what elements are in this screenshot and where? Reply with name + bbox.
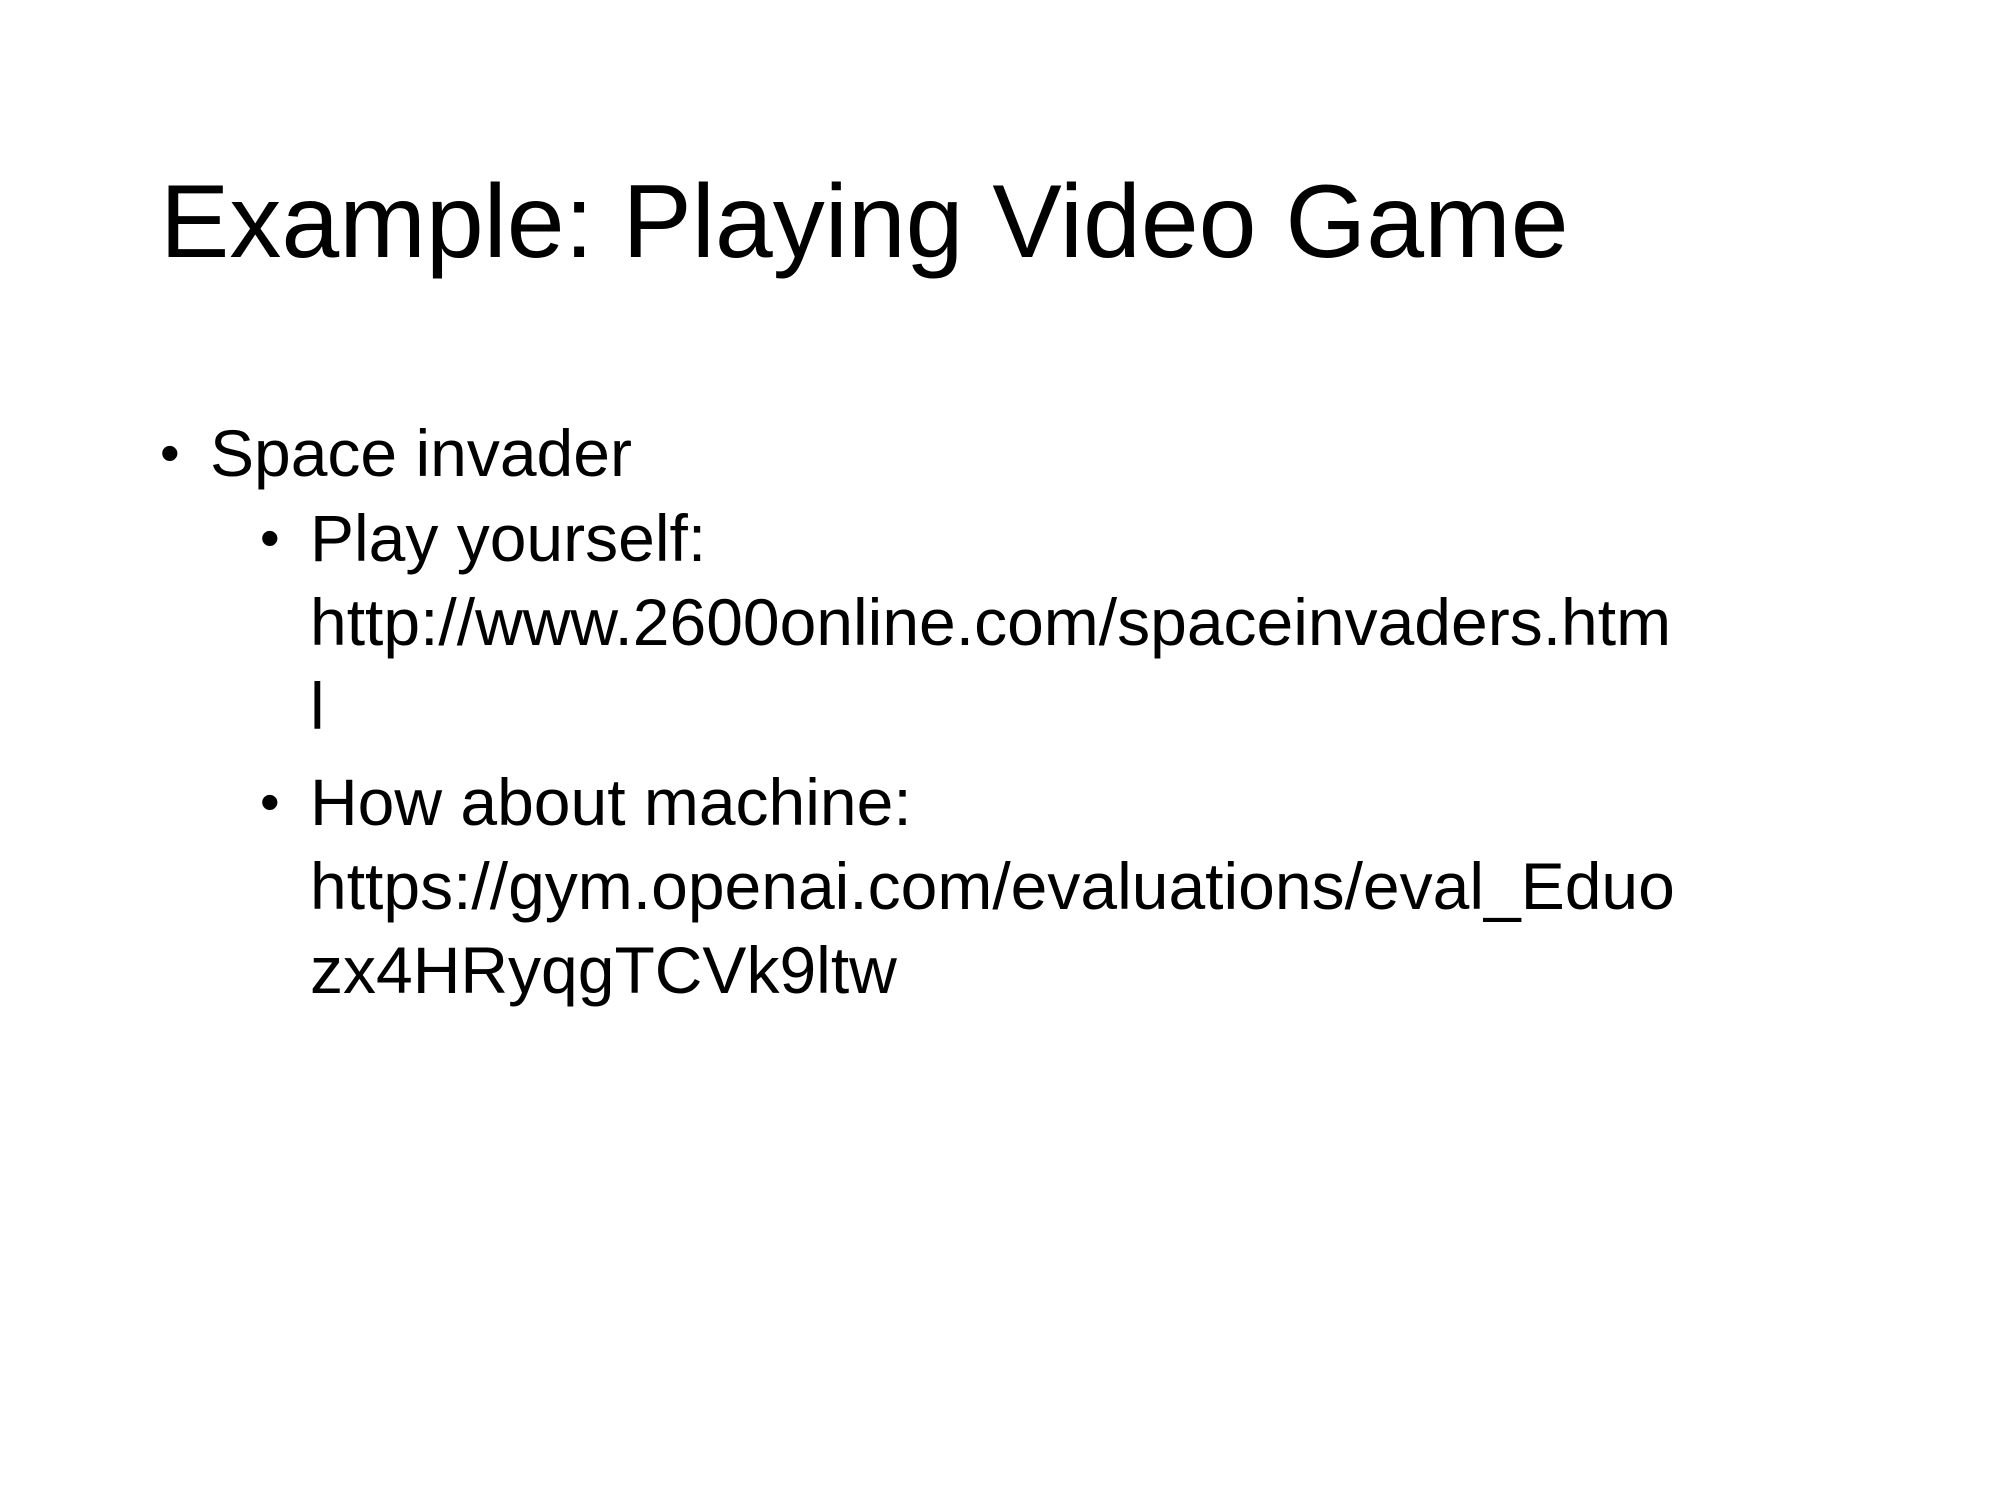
bullet-dot-icon: • bbox=[260, 770, 280, 833]
bullet-list: • Space invader • Play yourself: http://… bbox=[160, 412, 1860, 1012]
url-line: zx4HRyqgTCVk9ltw bbox=[310, 933, 897, 1007]
sub-bullet-text: How about machine: https://gym.openai.co… bbox=[310, 760, 1860, 1012]
sub-bullet-how-about-machine: • How about machine: https://gym.openai.… bbox=[160, 760, 1860, 1012]
url-line: https://gym.openai.com/evaluations/eval_… bbox=[310, 849, 1675, 923]
slide-title: Example: Playing Video Game bbox=[160, 164, 1569, 280]
sub-bullet-play-yourself: • Play yourself: http://www.2600online.c… bbox=[160, 496, 1860, 748]
sub-bullet-label: Play yourself: bbox=[310, 501, 707, 575]
bullet-dot-icon: • bbox=[260, 506, 280, 569]
slide: Example: Playing Video Game • Space inva… bbox=[0, 0, 2000, 1500]
bullet-text: Space invader bbox=[210, 416, 632, 490]
sub-bullet-text: Play yourself: http://www.2600online.com… bbox=[310, 496, 1860, 748]
bullet-dot-icon: • bbox=[160, 421, 180, 484]
url-line: l bbox=[310, 669, 325, 743]
sub-bullet-label: How about machine: bbox=[310, 765, 912, 839]
bullet-space-invader: • Space invader bbox=[160, 412, 1860, 494]
url-line: http://www.2600online.com/spaceinvaders.… bbox=[310, 585, 1672, 659]
